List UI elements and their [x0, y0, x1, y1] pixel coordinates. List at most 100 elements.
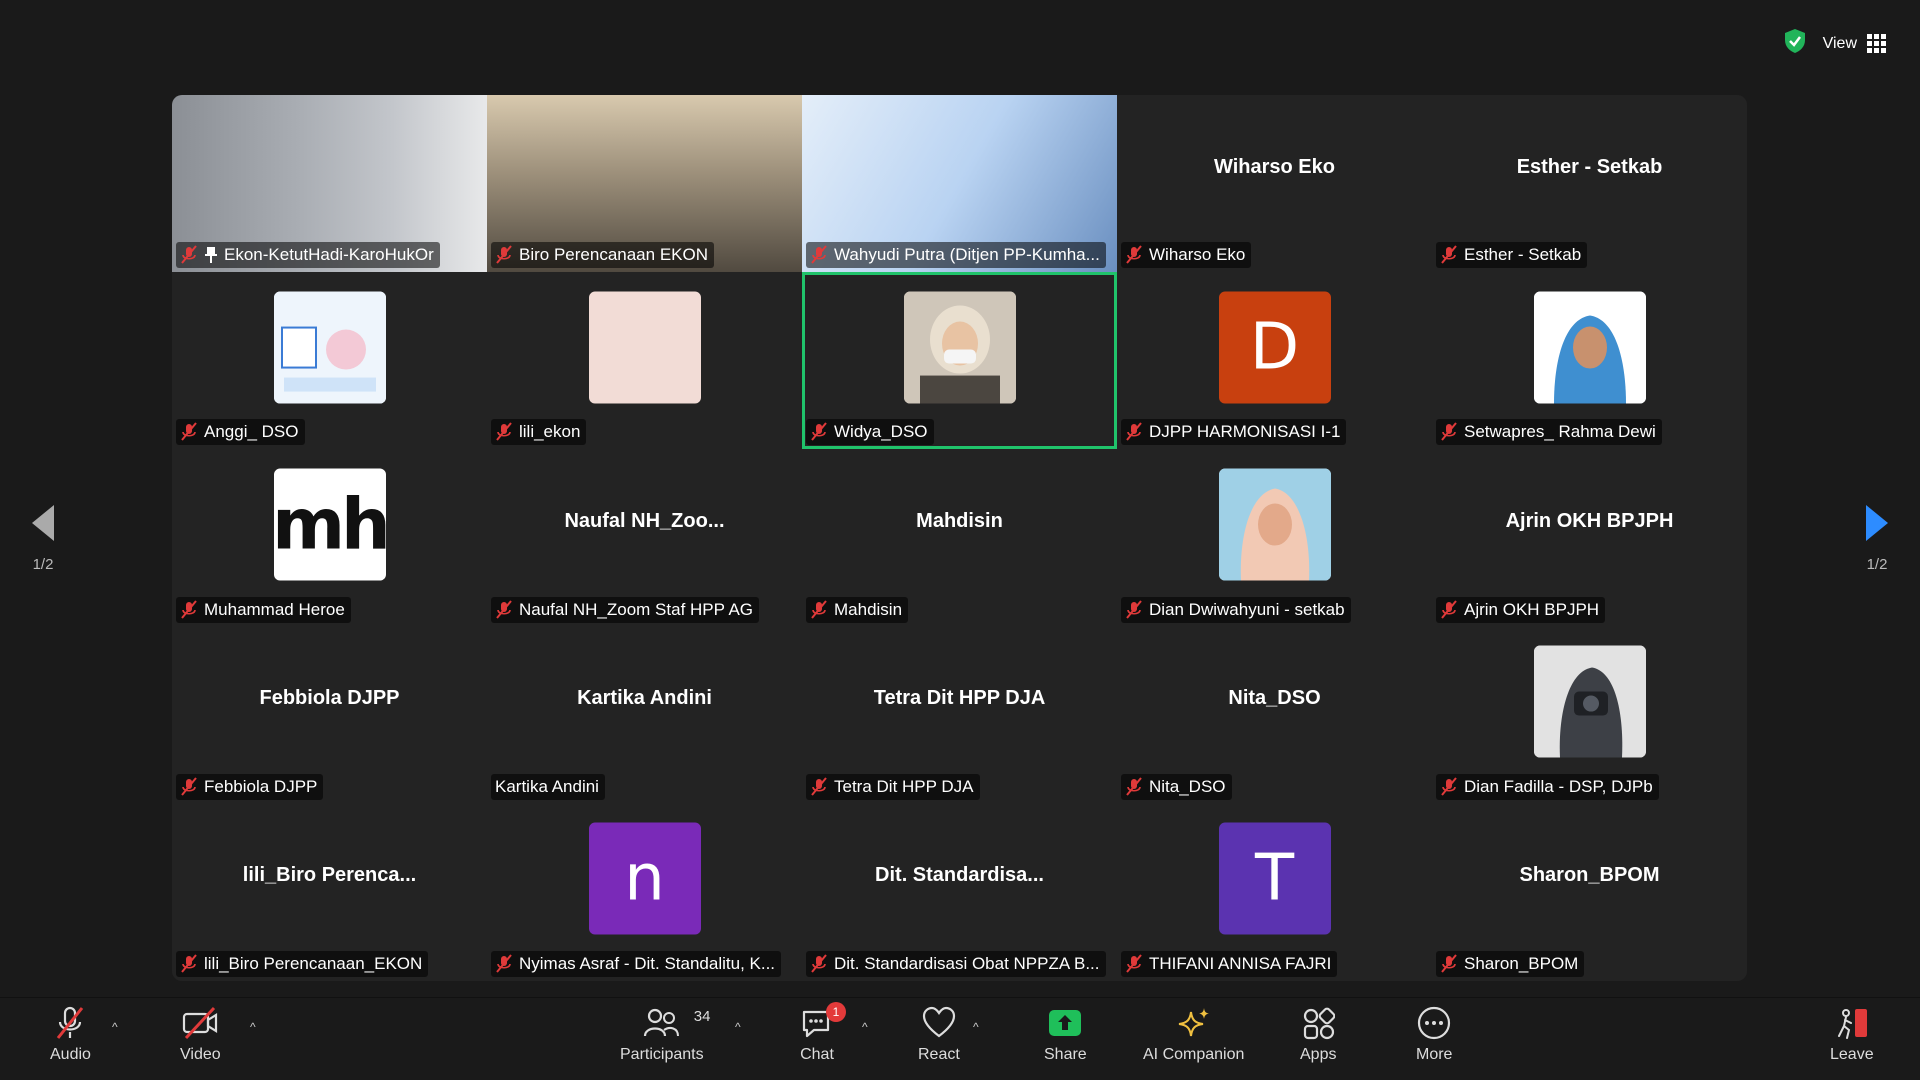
previous-page-button[interactable]: 1/2 [8, 478, 78, 598]
muted-mic-icon [1126, 422, 1142, 442]
participant-tile[interactable]: lili_ekon [487, 272, 802, 450]
participant-name: Anggi_ DSO [204, 422, 299, 442]
view-button[interactable]: View [1823, 34, 1886, 53]
participant-tile[interactable]: Naufal NH_Zoo... Naufal NH_Zoom Staf HPP… [487, 449, 802, 627]
security-shield-icon[interactable] [1783, 28, 1807, 59]
participant-label: Anggi_ DSO [176, 419, 305, 446]
participant-tile[interactable]: Dit. Standardisa... Dit. Standardisasi O… [802, 803, 1117, 981]
participant-tile[interactable]: Tetra Dit HPP DJA Tetra Dit HPP DJA [802, 626, 1117, 804]
muted-mic-icon [1441, 954, 1457, 973]
participant-tile-active-speaker[interactable]: Widya_DSO [802, 272, 1117, 450]
share-button[interactable]: Share [1044, 1006, 1087, 1064]
participant-tile[interactable]: Wahyudi Putra (Ditjen PP-Kumha... [802, 95, 1117, 273]
participant-display-name: Naufal NH_Zoo... [564, 509, 725, 532]
audio-button[interactable]: Audio [50, 1006, 91, 1064]
ai-companion-button[interactable]: AI Companion [1143, 1006, 1244, 1064]
participant-tile[interactable]: Dian Fadilla - DSP, DJPb [1432, 626, 1747, 804]
person-photo-avatar [903, 291, 1016, 404]
grid-view-icon [1867, 34, 1886, 53]
participant-tile[interactable]: Dian Dwiwahyuni - setkab [1117, 449, 1432, 627]
participant-tile[interactable]: Wiharso Eko Wiharso Eko [1117, 95, 1432, 273]
more-button[interactable]: More [1416, 1006, 1452, 1064]
participant-tile[interactable]: Esther - Setkab Esther - Setkab [1432, 95, 1747, 273]
next-page-button[interactable]: 1/2 [1842, 478, 1912, 598]
participant-tile[interactable]: Setwapres_ Rahma Dewi [1432, 272, 1747, 450]
participant-label: THIFANI ANNISA FAJRI [1121, 950, 1338, 977]
muted-mic-icon [1441, 245, 1457, 264]
participant-tile[interactable]: Kartika Andini Kartika Andini [487, 626, 802, 804]
participant-label: Mahdisin [806, 596, 909, 623]
apps-icon [1304, 1007, 1336, 1040]
muted-mic-icon [181, 245, 197, 264]
participants-options-caret[interactable]: ^ [735, 1020, 741, 1034]
avatar-initial: T [1254, 841, 1295, 916]
react-button[interactable]: React [918, 1006, 960, 1064]
more-icon [1418, 1006, 1451, 1040]
participant-display-name: lili_Biro Perenca... [242, 864, 417, 887]
participant-label: Biro Perencanaan EKON [491, 242, 714, 269]
muted-mic-icon [496, 954, 512, 973]
participant-label: Nyimas Asraf - Dit. Standalitu, K... [491, 950, 782, 977]
view-label: View [1822, 34, 1857, 52]
participant-tile[interactable]: Ekon-KetutHadi-KaroHukOr [172, 95, 487, 273]
participant-label: DJPP HARMONISASI I-1 [1121, 419, 1347, 446]
arrow-left-icon [32, 504, 54, 541]
arrow-right-icon [1866, 504, 1888, 541]
participant-tile[interactable]: Ajrin OKH BPJPH Ajrin OKH BPJPH [1432, 449, 1747, 627]
person-photo-avatar [1533, 291, 1646, 404]
muted-mic-icon [496, 599, 512, 619]
participant-label: Wahyudi Putra (Ditjen PP-Kumha... [806, 242, 1106, 269]
participant-tile[interactable]: T THIFANI ANNISA FAJRI [1117, 803, 1432, 981]
participant-name: Wiharso Eko [1149, 245, 1246, 265]
participant-label: Muhammad Heroe [176, 596, 351, 623]
participant-name: Naufal NH_Zoom Staf HPP AG [519, 599, 754, 619]
more-label: More [1416, 1046, 1453, 1063]
participant-label: Ekon-KetutHadi-KaroHukOr [176, 242, 440, 269]
video-options-caret[interactable]: ^ [250, 1020, 256, 1034]
participant-name: Dit. Standardisasi Obat NPPZA B... [834, 953, 1100, 973]
chat-button[interactable]: 1 Chat [800, 1002, 846, 1064]
video-label: Video [180, 1046, 221, 1063]
participant-avatar [1533, 291, 1646, 404]
participant-name: lili_ekon [519, 422, 581, 442]
participant-display-name: Kartika Andini [577, 687, 712, 710]
participant-name: Nyimas Asraf - Dit. Standalitu, K... [519, 953, 776, 973]
page-indicator-right: 1/2 [1866, 555, 1888, 573]
sparkle-icon [1178, 1008, 1209, 1037]
participant-tile[interactable]: lili_Biro Perenca... lili_Biro Perencana… [172, 803, 487, 981]
page-indicator-left: 1/2 [32, 555, 54, 573]
participant-tile[interactable]: Nita_DSO Nita_DSO [1117, 626, 1432, 804]
participant-tile[interactable]: n Nyimas Asraf - Dit. Standalitu, K... [487, 803, 802, 981]
react-options-caret[interactable]: ^ [973, 1020, 979, 1034]
participant-tile[interactable]: D DJPP HARMONISASI I-1 [1117, 272, 1432, 450]
participant-display-name: Wiharso Eko [1214, 155, 1335, 178]
participants-button[interactable]: 34 Participants [620, 1006, 710, 1064]
participant-label: Ajrin OKH BPJPH [1436, 596, 1606, 623]
participant-label: Febbiola DJPP [176, 773, 324, 800]
participant-tile[interactable]: Anggi_ DSO [172, 272, 487, 450]
leave-button[interactable]: Leave [1830, 1006, 1874, 1064]
participant-tile[interactable]: Sharon_BPOM Sharon_BPOM [1432, 803, 1747, 981]
participant-label: Wiharso Eko [1121, 242, 1252, 269]
participant-name: lili_Biro Perencanaan_EKON [204, 953, 423, 973]
audio-options-caret[interactable]: ^ [112, 1020, 118, 1034]
muted-mic-icon [811, 777, 827, 796]
participant-tile[interactable]: Mahdisin Mahdisin [802, 449, 1117, 627]
muted-mic-icon [1441, 422, 1457, 442]
person-photo-avatar [1218, 468, 1331, 581]
chat-options-caret[interactable]: ^ [862, 1020, 868, 1034]
video-button[interactable]: Video [180, 1006, 221, 1064]
participant-label: Dit. Standardisasi Obat NPPZA B... [806, 950, 1106, 977]
participant-avatar: D [1218, 291, 1331, 404]
top-bar: View [1783, 28, 1886, 59]
audio-label: Audio [50, 1046, 91, 1063]
participant-name: Setwapres_ Rahma Dewi [1464, 422, 1656, 442]
muted-mic-icon [496, 245, 512, 264]
participant-tile[interactable]: Biro Perencanaan EKON [487, 95, 802, 273]
react-label: React [918, 1046, 960, 1063]
participant-tile[interactable]: Febbiola DJPP Febbiola DJPP [172, 626, 487, 804]
apps-button[interactable]: Apps [1300, 1006, 1336, 1064]
participant-tile[interactable]: mh Muhammad Heroe [172, 449, 487, 627]
participant-name: Biro Perencanaan EKON [519, 245, 708, 265]
participant-avatar [273, 291, 386, 404]
